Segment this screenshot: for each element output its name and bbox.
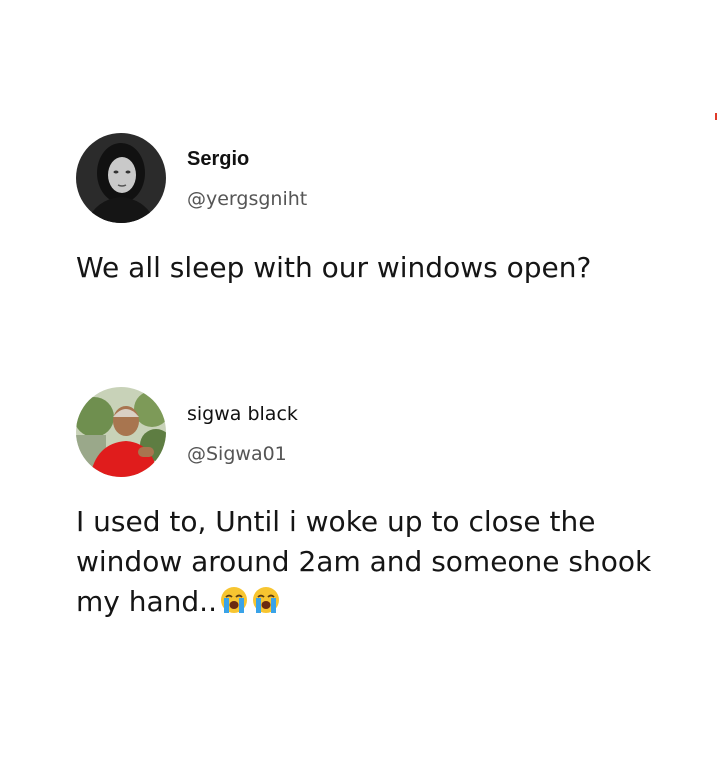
display-name[interactable]: sigwa black (187, 403, 298, 425)
display-name[interactable]: Sergio (187, 148, 249, 171)
user-handle[interactable]: @Sigwa01 (187, 443, 287, 465)
tweet-card: sigwa black @Sigwa01 I used to, Until i … (0, 385, 719, 645)
edge-mark (715, 113, 717, 120)
profile-photo-icon (76, 133, 166, 223)
user-handle[interactable]: @yergsgniht (187, 188, 307, 210)
tweet-text: I used to, Until i woke up to close the … (76, 502, 696, 622)
loudly-crying-face-icon (219, 585, 249, 615)
avatar[interactable] (76, 133, 166, 223)
tweet-card: Sergio @yergsgniht We all sleep with our… (0, 130, 719, 300)
profile-photo-icon (76, 387, 166, 477)
avatar[interactable] (76, 387, 166, 477)
tweet-text: We all sleep with our windows open? (76, 251, 592, 284)
loudly-crying-face-icon (251, 585, 281, 615)
tweet-text-content: I used to, Until i woke up to close the … (76, 505, 652, 618)
